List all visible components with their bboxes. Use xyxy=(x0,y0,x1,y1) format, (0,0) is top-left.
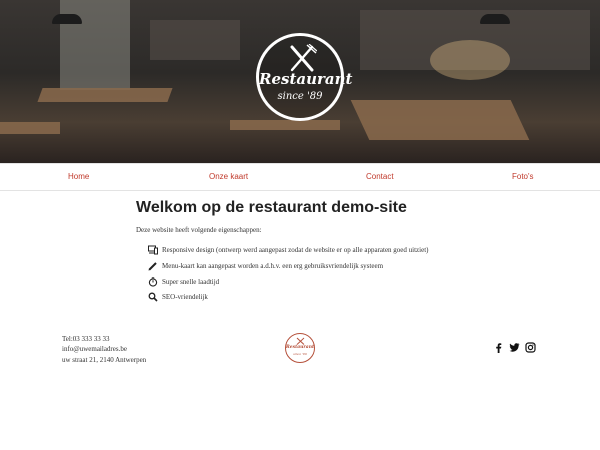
hero-table xyxy=(350,100,530,140)
facebook-icon[interactable] xyxy=(493,342,504,353)
feature-item: Super snelle laadtijd xyxy=(148,276,219,288)
hero-shelf xyxy=(150,20,240,60)
feature-text: SEO-vriendelijk xyxy=(162,293,208,301)
hero-banner: Restaurant since '89 xyxy=(0,0,600,163)
footer-logo-since: since '89 xyxy=(293,352,307,356)
footer-email[interactable]: info@uwemailadres.be xyxy=(62,345,127,353)
footer-logo-name: Restaurant xyxy=(286,345,315,350)
hero-table xyxy=(37,88,173,102)
nav-fotos[interactable]: Foto's xyxy=(512,172,534,181)
hero-light xyxy=(430,40,510,80)
intro-text: Deze website heeft volgende eigenschappe… xyxy=(136,226,262,234)
nav-contact[interactable]: Contact xyxy=(366,172,394,181)
feature-text: Responsive design (ontwerp werd aangepas… xyxy=(162,246,429,254)
page-title: Welkom op de restaurant demo-site xyxy=(136,199,407,216)
logo-name: Restaurant xyxy=(259,70,353,88)
feature-item: Menu-kaart kan aangepast worden a.d.h.v.… xyxy=(148,260,383,272)
instagram-icon[interactable] xyxy=(525,342,536,353)
feature-item: SEO-vriendelijk xyxy=(148,291,208,303)
feature-text: Super snelle laadtijd xyxy=(162,278,220,286)
footer-address: uw straat 21, 2140 Antwerpen xyxy=(62,356,147,364)
hero-table xyxy=(230,120,340,130)
nav-onze-kaart[interactable]: Onze kaart xyxy=(209,172,248,181)
nav-home[interactable]: Home xyxy=(68,172,89,181)
twitter-icon[interactable] xyxy=(509,342,520,353)
footer-logo[interactable]: Restaurant since '89 xyxy=(285,333,315,363)
cutlery-icon xyxy=(296,337,305,345)
devices-icon xyxy=(148,245,158,255)
hero-lamp xyxy=(480,14,510,24)
search-icon xyxy=(148,292,158,302)
footer-phone: Tel:03 333 33 33 xyxy=(62,335,110,343)
hero-table xyxy=(0,122,60,134)
cutlery-icon xyxy=(290,44,317,72)
feature-text: Menu-kaart kan aangepast worden a.d.h.v.… xyxy=(162,262,384,270)
pencil-icon xyxy=(148,262,157,271)
stopwatch-icon xyxy=(148,277,158,287)
logo-since: since '89 xyxy=(277,91,323,102)
main-navigation: Home Onze kaart Contact Foto's xyxy=(0,163,600,191)
hero-lamp xyxy=(52,14,82,24)
feature-item: Responsive design (ontwerp werd aangepas… xyxy=(148,244,429,256)
hero-logo: Restaurant since '89 xyxy=(256,33,353,121)
